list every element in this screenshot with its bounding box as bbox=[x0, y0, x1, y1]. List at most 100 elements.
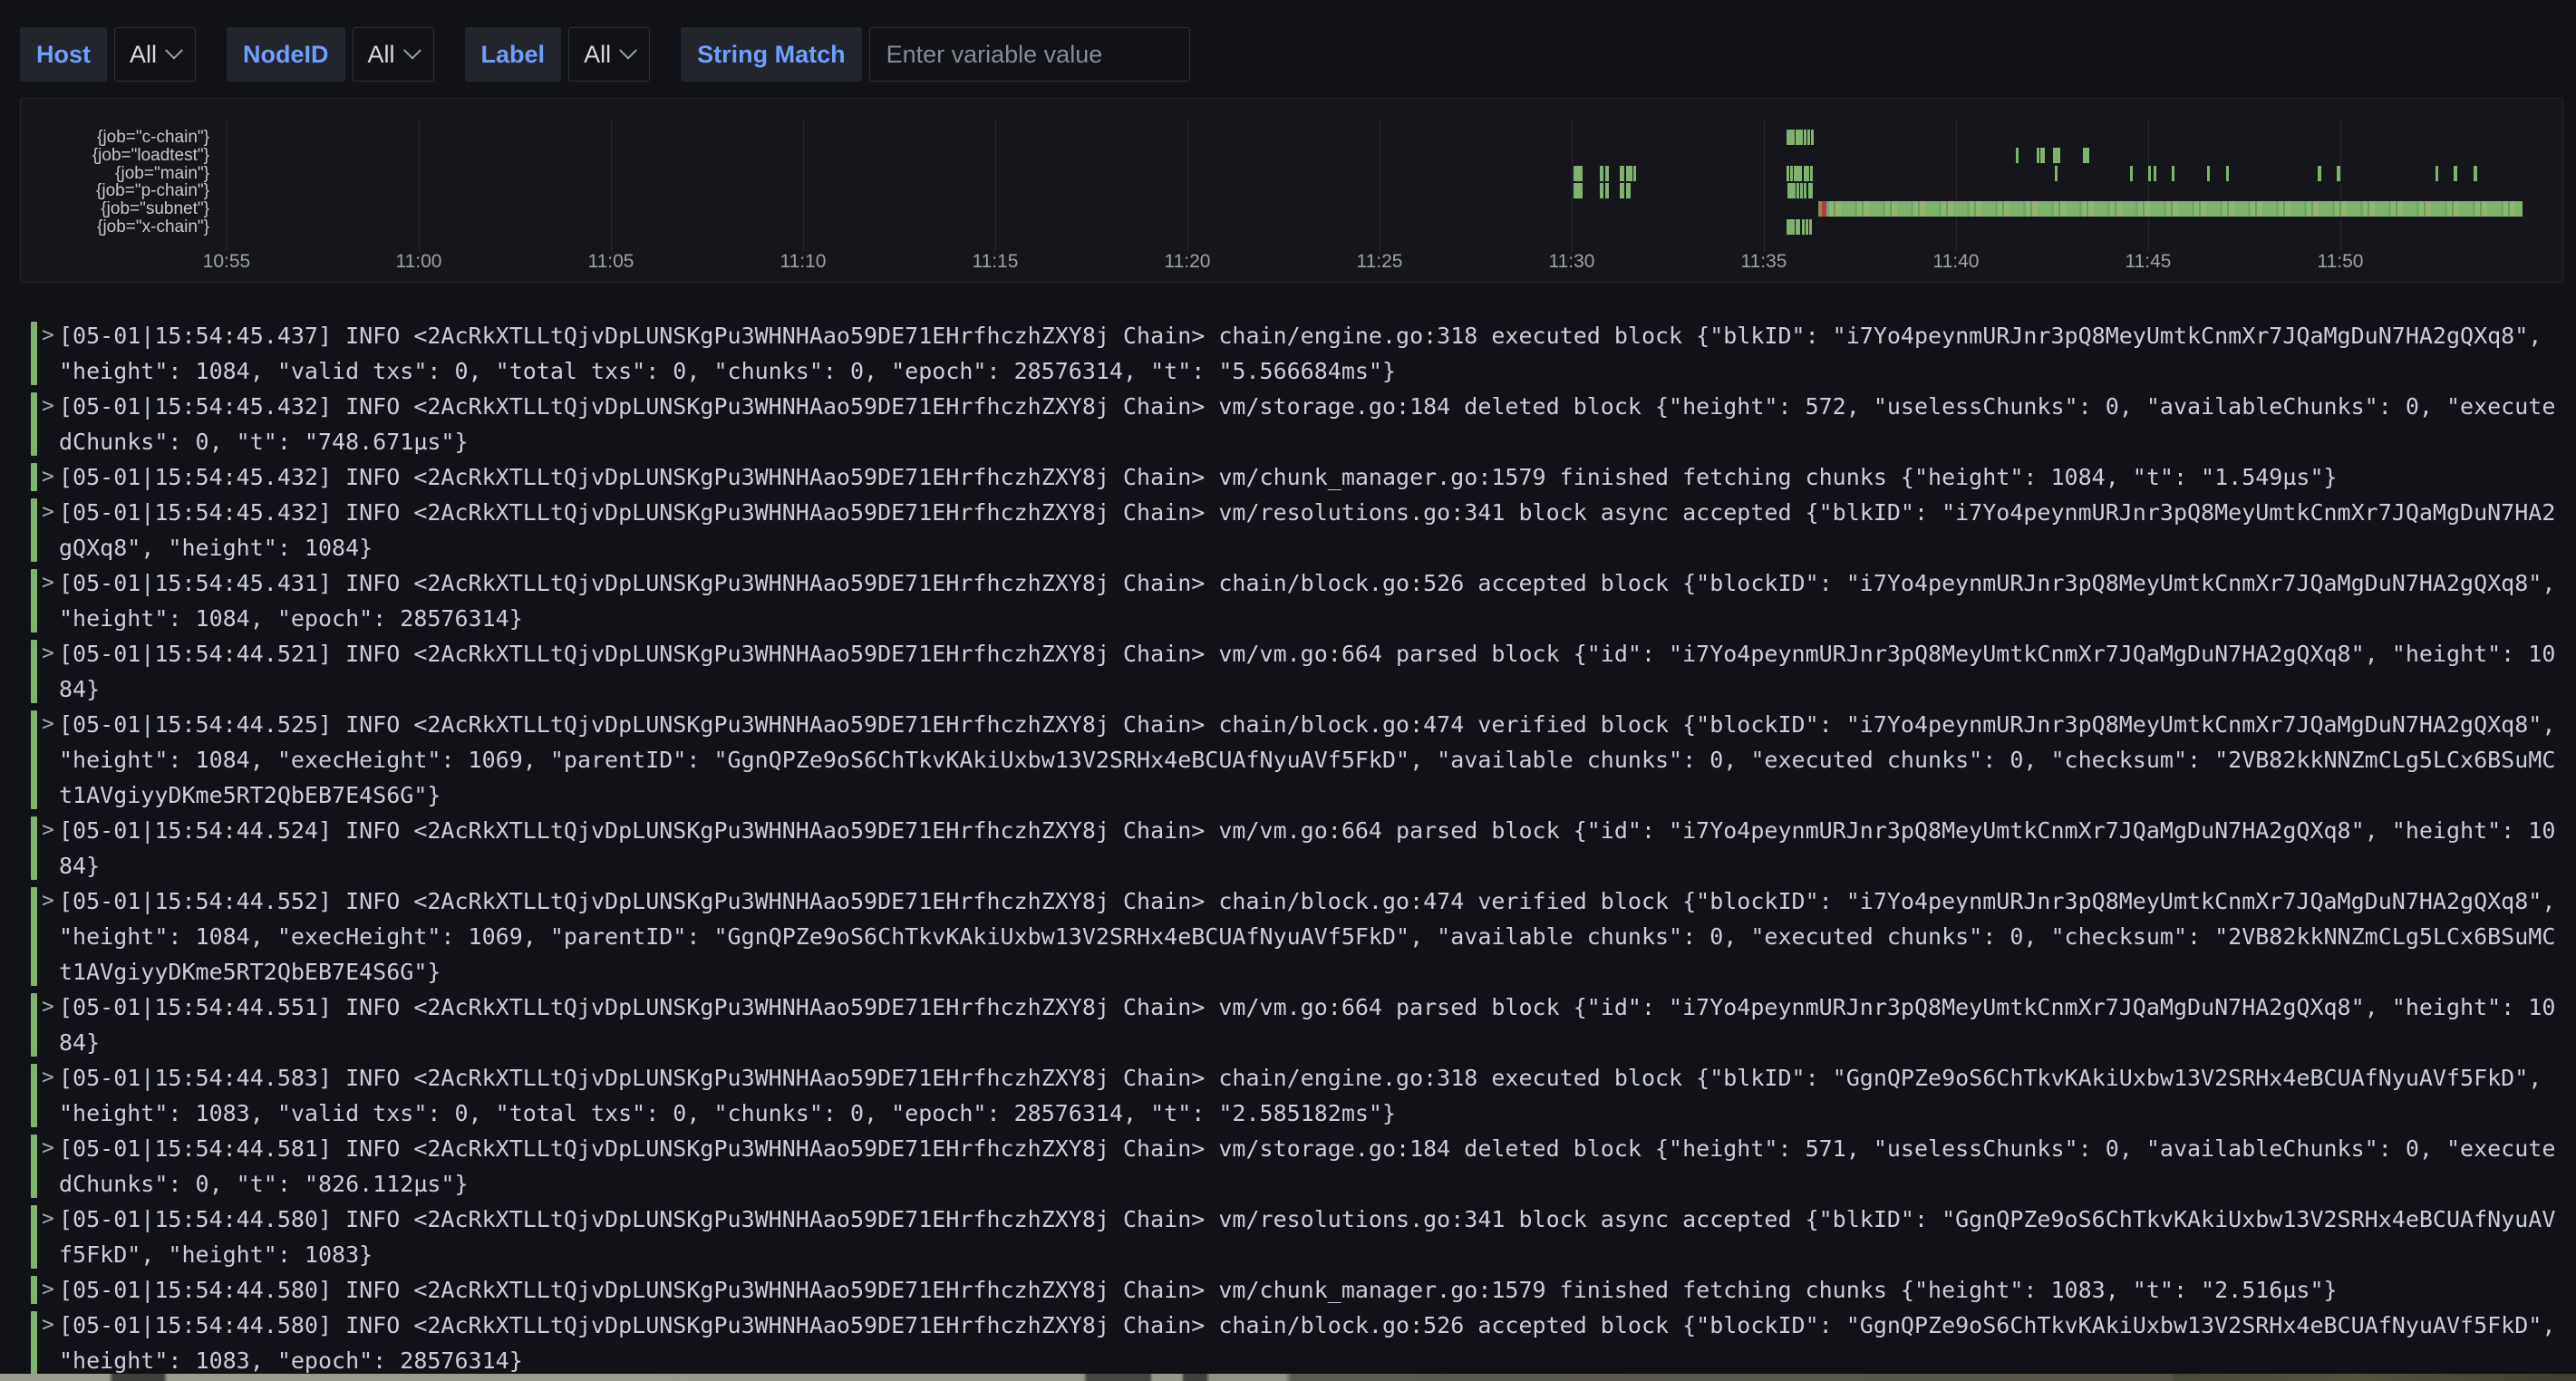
x-tick-label: 11:15 bbox=[954, 251, 1036, 273]
log-line-text: [05-01|15:54:45.432] INFO <2AcRkXTLLtQjv… bbox=[59, 459, 2558, 495]
log-row[interactable]: >[05-01|15:54:44.581] INFO <2AcRkXTLLtQj… bbox=[31, 1131, 2576, 1202]
x-gridline bbox=[2340, 119, 2341, 251]
log-row[interactable]: >[05-01|15:54:44.524] INFO <2AcRkXTLLtQj… bbox=[31, 813, 2576, 884]
string-match-label: String Match bbox=[681, 27, 862, 82]
log-row[interactable]: >[05-01|15:54:44.521] INFO <2AcRkXTLLtQj… bbox=[31, 636, 2576, 707]
log-list: >[05-01|15:54:45.437] INFO <2AcRkXTLLtQj… bbox=[31, 318, 2576, 1378]
expand-log-icon[interactable]: > bbox=[42, 990, 56, 1060]
expand-log-icon[interactable]: > bbox=[42, 389, 56, 459]
histogram-bar bbox=[2474, 166, 2477, 181]
chevron-down-icon bbox=[403, 42, 421, 60]
histogram-bar bbox=[2226, 166, 2229, 181]
nodeid-picker[interactable]: All bbox=[353, 27, 434, 82]
next-panel-edge bbox=[0, 1374, 2576, 1381]
log-level-indicator bbox=[31, 1276, 37, 1304]
log-level-indicator bbox=[31, 816, 37, 880]
legend-item: {job="x-chain"} bbox=[21, 218, 209, 237]
x-gridline bbox=[1187, 119, 1188, 251]
log-row[interactable]: >[05-01|15:54:45.437] INFO <2AcRkXTLLtQj… bbox=[31, 318, 2576, 389]
nodeid-label: NodeID bbox=[227, 27, 345, 82]
log-level-indicator bbox=[31, 710, 37, 809]
histogram-bar bbox=[2154, 166, 2156, 181]
x-gridline bbox=[995, 119, 996, 251]
string-match-input[interactable] bbox=[869, 27, 1190, 82]
log-line-text: [05-01|15:54:44.583] INFO <2AcRkXTLLtQjv… bbox=[59, 1060, 2558, 1131]
log-level-indicator bbox=[31, 569, 37, 633]
expand-log-icon[interactable]: > bbox=[42, 1202, 56, 1272]
expand-log-icon[interactable]: > bbox=[42, 1131, 56, 1202]
x-gridline bbox=[1956, 119, 1957, 251]
log-line-text: [05-01|15:54:44.580] INFO <2AcRkXTLLtQjv… bbox=[59, 1308, 2558, 1378]
histogram-bar bbox=[2040, 148, 2045, 163]
x-tick-label: 11:30 bbox=[1531, 251, 1612, 273]
log-level-indicator bbox=[31, 640, 37, 703]
chevron-down-icon bbox=[165, 42, 183, 60]
histogram-bar bbox=[2130, 166, 2133, 181]
histogram-bar bbox=[1794, 166, 1802, 181]
expand-log-icon[interactable]: > bbox=[42, 459, 56, 495]
legend-item: {job="c-chain"} bbox=[21, 129, 209, 147]
histogram-bar bbox=[1790, 166, 1793, 181]
expand-log-icon[interactable]: > bbox=[42, 318, 56, 389]
expand-log-icon[interactable]: > bbox=[42, 1060, 56, 1131]
legend-item: {job="p-chain"} bbox=[21, 182, 209, 200]
log-line-text: [05-01|15:54:45.431] INFO <2AcRkXTLLtQjv… bbox=[59, 565, 2558, 636]
expand-log-icon[interactable]: > bbox=[42, 636, 56, 707]
histogram-bar bbox=[1806, 166, 1809, 181]
histogram-bar bbox=[1787, 219, 1795, 235]
log-level-indicator bbox=[31, 498, 37, 562]
log-level-indicator bbox=[31, 392, 37, 456]
log-row[interactable]: >[05-01|15:54:45.431] INFO <2AcRkXTLLtQj… bbox=[31, 565, 2576, 636]
histogram-bar bbox=[2057, 148, 2060, 163]
log-row[interactable]: >[05-01|15:54:44.580] INFO <2AcRkXTLLtQj… bbox=[31, 1272, 2576, 1308]
histogram-bar bbox=[2318, 166, 2321, 181]
variable-label: Label All bbox=[465, 27, 651, 82]
log-row[interactable]: >[05-01|15:54:44.525] INFO <2AcRkXTLLtQj… bbox=[31, 707, 2576, 813]
histogram-bar bbox=[1811, 130, 1814, 145]
log-row[interactable]: >[05-01|15:54:44.551] INFO <2AcRkXTLLtQj… bbox=[31, 990, 2576, 1060]
log-row[interactable]: >[05-01|15:54:45.432] INFO <2AcRkXTLLtQj… bbox=[31, 495, 2576, 565]
expand-log-icon[interactable]: > bbox=[42, 884, 56, 990]
x-gridline bbox=[419, 119, 420, 251]
host-picker[interactable]: All bbox=[114, 27, 196, 82]
log-row[interactable]: >[05-01|15:54:44.552] INFO <2AcRkXTLLtQj… bbox=[31, 884, 2576, 990]
nodeid-picker-value: All bbox=[368, 41, 395, 69]
log-row[interactable]: >[05-01|15:54:45.432] INFO <2AcRkXTLLtQj… bbox=[31, 389, 2576, 459]
log-line-text: [05-01|15:54:45.432] INFO <2AcRkXTLLtQjv… bbox=[59, 495, 2558, 565]
histogram-bar bbox=[1802, 219, 1805, 235]
variable-nodeid: NodeID All bbox=[227, 27, 434, 82]
expand-log-icon[interactable]: > bbox=[42, 1308, 56, 1378]
histogram-bar bbox=[1810, 166, 1813, 181]
label-label: Label bbox=[465, 27, 562, 82]
histogram-bar bbox=[1600, 166, 1603, 181]
expand-log-icon[interactable]: > bbox=[42, 565, 56, 636]
x-tick-label: 11:25 bbox=[1339, 251, 1420, 273]
log-row[interactable]: >[05-01|15:54:44.580] INFO <2AcRkXTLLtQj… bbox=[31, 1308, 2576, 1378]
histogram-bar bbox=[1620, 166, 1624, 181]
variables-bar: Host All NodeID All Label All String Mat… bbox=[20, 27, 1190, 82]
histogram-bar bbox=[1605, 166, 1609, 181]
x-gridline bbox=[227, 119, 228, 251]
expand-log-icon[interactable]: > bbox=[42, 707, 56, 813]
legend-item: {job="subnet"} bbox=[21, 200, 209, 218]
expand-log-icon[interactable]: > bbox=[42, 813, 56, 884]
label-picker[interactable]: All bbox=[568, 27, 650, 82]
host-label: Host bbox=[20, 27, 107, 82]
log-level-indicator bbox=[31, 993, 37, 1057]
log-level-indicator bbox=[31, 1311, 37, 1375]
log-line-text: [05-01|15:54:44.580] INFO <2AcRkXTLLtQjv… bbox=[59, 1202, 2558, 1272]
histogram-bar bbox=[1626, 183, 1631, 198]
histogram-bar bbox=[1804, 183, 1806, 198]
legend-item: {job="loadtest"} bbox=[21, 147, 209, 165]
log-line-text: [05-01|15:54:44.552] INFO <2AcRkXTLLtQjv… bbox=[59, 884, 2558, 990]
log-row[interactable]: >[05-01|15:54:44.580] INFO <2AcRkXTLLtQj… bbox=[31, 1202, 2576, 1272]
log-row[interactable]: >[05-01|15:54:44.583] INFO <2AcRkXTLLtQj… bbox=[31, 1060, 2576, 1131]
expand-log-icon[interactable]: > bbox=[42, 1272, 56, 1308]
log-row[interactable]: >[05-01|15:54:45.432] INFO <2AcRkXTLLtQj… bbox=[31, 459, 2576, 495]
x-tick-label: 11:00 bbox=[378, 251, 460, 273]
label-picker-value: All bbox=[584, 41, 611, 69]
histogram-bar bbox=[1796, 183, 1799, 198]
series-legend: {job="c-chain"}{job="loadtest"}{job="mai… bbox=[21, 129, 209, 237]
expand-log-icon[interactable]: > bbox=[42, 495, 56, 565]
log-line-text: [05-01|15:54:44.580] INFO <2AcRkXTLLtQjv… bbox=[59, 1272, 2558, 1308]
